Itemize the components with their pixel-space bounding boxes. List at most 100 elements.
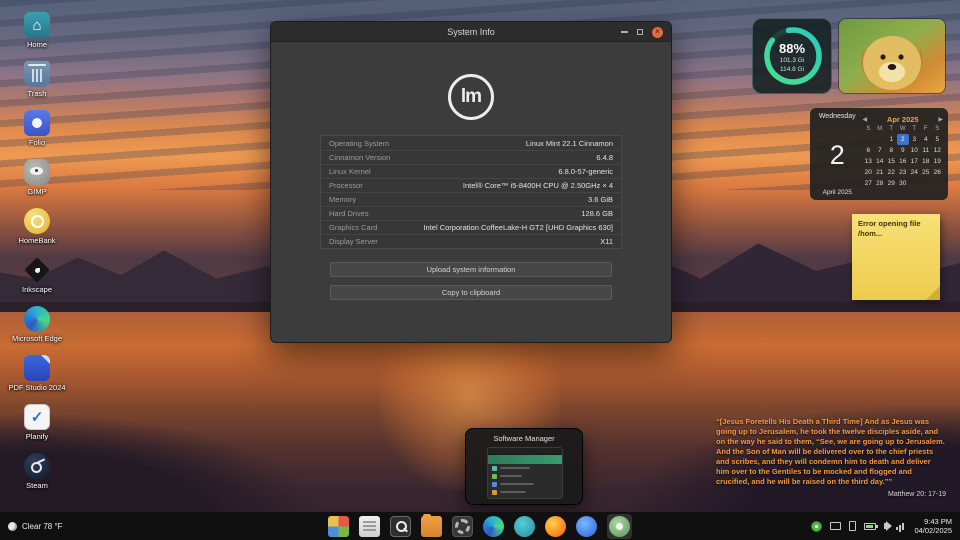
clipboard-tray-icon[interactable] xyxy=(849,521,857,531)
menu-grid-icon[interactable] xyxy=(328,515,349,537)
volume-icon[interactable] xyxy=(884,521,893,531)
calendar-day[interactable]: 10 xyxy=(909,145,921,156)
window-titlebar[interactable]: System Info × xyxy=(271,22,671,42)
calendar-day[interactable]: 13 xyxy=(863,156,875,167)
desktop-icon-homebank[interactable]: HomeBank xyxy=(6,208,68,245)
desktop-icon-label: HomeBank xyxy=(18,236,56,245)
weather-applet[interactable]: Clear 78 °F xyxy=(8,521,63,531)
desktop-icon-label: GIMP xyxy=(27,187,47,196)
minimize-icon[interactable] xyxy=(621,31,628,33)
battery-icon[interactable] xyxy=(864,522,879,530)
calendar-day[interactable]: 27 xyxy=(863,178,875,189)
calendar-day[interactable]: 20 xyxy=(863,167,875,178)
photo-widget xyxy=(838,18,946,94)
thumbnail-row xyxy=(488,480,562,488)
files-icon[interactable] xyxy=(359,515,380,537)
desktop-icon-pdf-studio[interactable]: PDF Studio 2024 xyxy=(6,355,68,392)
update-manager-icon[interactable] xyxy=(811,520,823,532)
calendar-day[interactable] xyxy=(920,178,932,189)
software-manager-taskbar-button[interactable] xyxy=(607,513,632,539)
copy-to-clipboard-button[interactable]: Copy to clipboard xyxy=(330,285,612,300)
clock-applet[interactable]: 9:43 PM 04/02/2025 xyxy=(914,517,952,535)
thumbnail-row xyxy=(488,472,562,480)
calendar-day[interactable]: 1 xyxy=(886,134,898,145)
desktop-icon-home[interactable]: ⌂ Home xyxy=(6,12,68,49)
desktop-icon-inkscape[interactable]: Inkscape xyxy=(6,257,68,294)
calendar-day[interactable]: 22 xyxy=(886,167,898,178)
calendar-day[interactable]: 7 xyxy=(874,145,886,156)
preview-title: Software Manager xyxy=(493,434,555,443)
close-icon[interactable]: × xyxy=(652,26,663,38)
calendar-day[interactable]: 23 xyxy=(897,167,909,178)
browser-blue-icon[interactable] xyxy=(576,515,597,537)
search-icon[interactable] xyxy=(390,515,411,537)
calendar-day[interactable]: 9 xyxy=(897,145,909,156)
sticky-note-widget[interactable]: Error opening file /hom... xyxy=(852,214,940,300)
display-tray-icon[interactable] xyxy=(830,522,842,530)
calendar-day[interactable]: 5 xyxy=(932,134,944,145)
calendar-day[interactable] xyxy=(874,134,886,145)
verse-text: “[Jesus Foretells His Death a Third Time… xyxy=(716,417,945,486)
taskbar-app-icons xyxy=(328,513,632,539)
desktop-icon-label: Home xyxy=(26,40,47,49)
dog-photo xyxy=(839,19,945,93)
calendar-weekday: Wednesday xyxy=(818,113,856,120)
calendar-day[interactable]: 26 xyxy=(932,167,944,178)
calendar-day[interactable]: 11 xyxy=(920,145,932,156)
calendar-dow: T xyxy=(889,126,894,132)
desktop-icon-label: Inkscape xyxy=(21,285,53,294)
network-icon[interactable] xyxy=(896,522,906,530)
calendar-day[interactable]: 8 xyxy=(886,145,898,156)
folder-icon[interactable] xyxy=(421,513,442,537)
desktop-icon-label: Planify xyxy=(25,432,49,441)
software-manager-preview[interactable]: Software Manager xyxy=(465,428,583,505)
desktop-icon-folio[interactable]: Folio xyxy=(6,110,68,147)
calendar-next-icon[interactable]: ▶ xyxy=(938,116,943,123)
calendar-day[interactable]: 17 xyxy=(909,156,921,167)
calendar-day[interactable]: 15 xyxy=(886,156,898,167)
edge-icon xyxy=(24,306,50,332)
upload-system-info-button[interactable]: Upload system information xyxy=(330,262,612,277)
desktop-icon-trash[interactable]: Trash xyxy=(6,61,68,98)
system-info-window: System Info × lm Operating System Linux … xyxy=(270,21,672,343)
disk-percent: 88% xyxy=(778,41,806,56)
info-value: 128.6 GB xyxy=(581,209,613,218)
disk-gauge-ring xyxy=(764,27,822,85)
sticky-note-text: Error opening file /hom... xyxy=(858,219,921,238)
calendar-day[interactable]: 24 xyxy=(909,167,921,178)
calendar-day[interactable]: 30 xyxy=(897,178,909,189)
calendar-day[interactable]: 29 xyxy=(886,178,898,189)
calendar-dow: F xyxy=(923,126,928,132)
calendar-day[interactable] xyxy=(909,178,921,189)
desktop-icon-edge[interactable]: Microsoft Edge xyxy=(6,306,68,343)
pdf-studio-icon xyxy=(24,355,50,381)
verse-widget: “[Jesus Foretells His Death a Third Time… xyxy=(716,417,946,498)
desktop-icon-planify[interactable]: ✓ Planify xyxy=(6,404,68,441)
calendar-prev-icon[interactable]: ◀ xyxy=(863,116,868,123)
calendar-day[interactable]: 16 xyxy=(897,156,909,167)
edge-taskbar-icon[interactable] xyxy=(483,515,504,537)
web-store-icon[interactable] xyxy=(514,515,535,537)
calendar-dow: M xyxy=(877,126,883,132)
calendar-day[interactable]: 18 xyxy=(920,156,932,167)
calendar-day[interactable]: 19 xyxy=(932,156,944,167)
disk-used: 101.3 Gi xyxy=(779,57,805,64)
desktop-icon-gimp[interactable]: GIMP xyxy=(6,159,68,196)
calendar-day-selected[interactable]: 2 xyxy=(897,134,909,145)
clock-date: 04/02/2025 xyxy=(914,526,952,535)
homebank-icon xyxy=(24,208,50,234)
calendar-day[interactable]: 21 xyxy=(874,167,886,178)
desktop-icon-steam[interactable]: Steam xyxy=(6,453,68,490)
calendar-day[interactable]: 28 xyxy=(874,178,886,189)
maximize-icon[interactable] xyxy=(637,29,643,35)
calendar-day[interactable] xyxy=(863,134,875,145)
calendar-day[interactable]: 12 xyxy=(932,145,944,156)
firefox-icon[interactable] xyxy=(545,515,566,537)
calendar-day[interactable]: 25 xyxy=(920,167,932,178)
calendar-day[interactable]: 6 xyxy=(863,145,875,156)
settings-gear-icon[interactable] xyxy=(452,515,473,537)
calendar-day[interactable]: 14 xyxy=(874,156,886,167)
calendar-day[interactable]: 4 xyxy=(920,134,932,145)
calendar-day[interactable]: 3 xyxy=(909,134,921,145)
calendar-day[interactable] xyxy=(932,178,944,189)
